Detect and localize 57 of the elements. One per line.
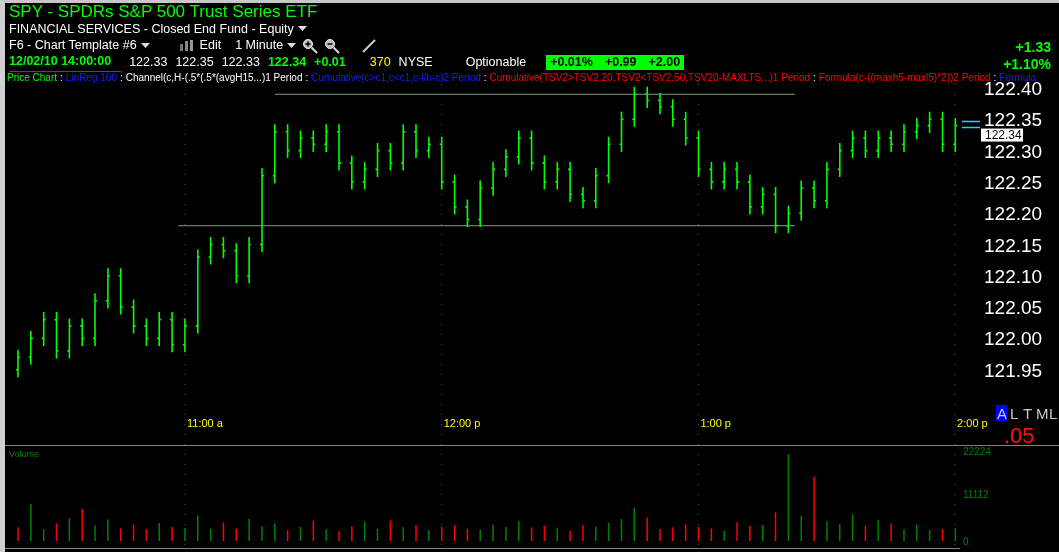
price-axis-label: 122.15 [984,234,1043,256]
open-price: 122.33 [129,53,168,71]
volume-axis-label: 0 [963,536,969,547]
price-axis-label: 122.10 [984,265,1043,287]
zoom-out-button[interactable] [324,37,341,54]
day-change-percent: +1.10% [1003,56,1051,73]
price-marker-icon [961,120,981,129]
edit-button[interactable]: Edit [179,36,222,55]
bar-chart-icon [179,40,196,51]
time-axis-label: 1:00 p [700,417,731,429]
indicator-label: Formula [999,71,1037,83]
volume-label: Volume [9,449,40,459]
price-axis-label: 122.20 [984,203,1043,225]
mode-toggle[interactable]: T [1023,405,1033,422]
interval-dropdown[interactable]: 1 Minute [235,36,297,55]
price-axis-label: 122.05 [984,297,1043,319]
volume-value: 370 [369,53,391,71]
price-change: +0.01 [314,53,346,71]
mode-toggle[interactable]: L [1049,405,1058,422]
indicator-label: Channel(c,H-(.5*(.5*(avgH15...)1 Period [125,71,303,85]
day-change-points: +1.33 [1014,39,1051,56]
separator-colon: : [813,71,816,85]
mode-toggle[interactable]: L [1010,405,1019,422]
separator-colon: : [483,71,487,85]
low-price: 122.33 [221,53,260,71]
mode-toggle[interactable]: M [1036,405,1049,422]
caret-icon [140,42,150,49]
price-axis-label: 122.35 [984,109,1043,131]
separator-colon: : [305,71,309,85]
price-axis-label: 122.00 [984,328,1043,350]
time-axis-label: 11:00 a [187,417,223,429]
template-dropdown[interactable]: F6 - Chart Template #6 [9,36,150,55]
exchange-name: NYSE [398,53,433,71]
last-price-tag: 122.34 [981,128,1023,143]
indicator-label: Price Chart [7,71,57,85]
mode-toggle[interactable]: A [996,405,1007,422]
high-price: 122.35 [175,53,214,71]
last-price: 122.34 [267,53,307,71]
price-axis-label: 122.30 [984,140,1043,162]
zoom-in-button[interactable] [302,37,319,54]
time-axis-label: 2:00 p [957,417,988,429]
change-badge: +0.01% +0.99 +2.00 [546,54,685,70]
price-axis-label: 121.95 [984,359,1043,381]
optionable-label: Optionable [465,53,527,71]
separator-colon: : [119,71,123,85]
indicator-label: LinReg 100 [65,71,117,85]
quote-datetime: 12/02/10 14:00:00 [9,52,122,72]
indicator-label: Cumulative(c>c1,c<c1,c-l/h-c)2 Period [311,71,481,85]
indicator-label: Cumulative(TSV2>TSV2.20,TSV2<TSV2.50,TSV20-MAXLTS...)1 Period [489,71,811,85]
indicator-value: .05 [1004,423,1035,448]
pencil-button[interactable] [362,38,377,53]
volume-axis-label: 22224 [963,446,991,457]
volume-axis-label: 11112 [963,489,989,500]
separator-colon: : [60,71,63,85]
time-axis-label: 12:00 p [443,417,481,429]
separator-colon: : [993,71,997,83]
price-axis-label: 122.25 [984,171,1043,193]
